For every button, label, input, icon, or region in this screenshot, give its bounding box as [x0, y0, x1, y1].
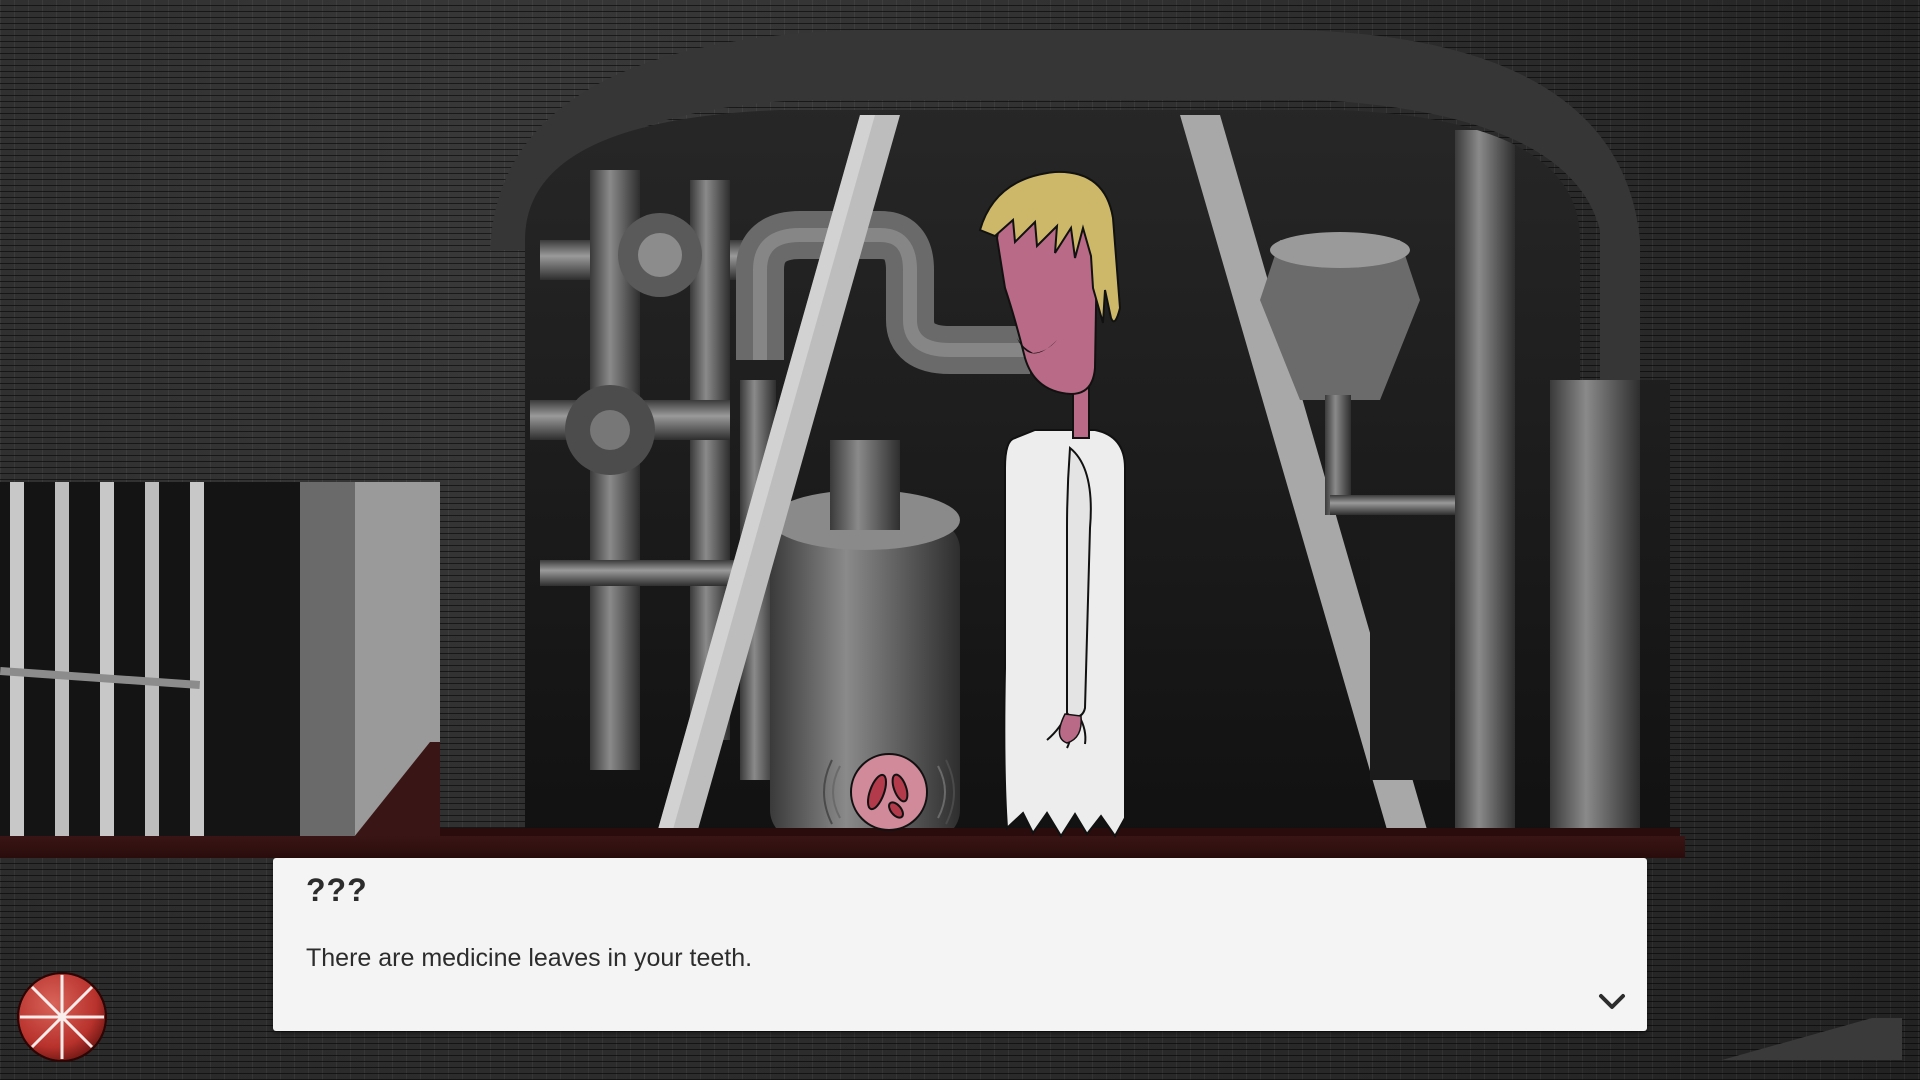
- game-scene: ??? There are medicine leaves in your te…: [0, 0, 1920, 1080]
- corner-decoration: [1722, 1018, 1902, 1060]
- speaker-name: ???: [306, 872, 368, 908]
- dialog-box[interactable]: ??? There are medicine leaves in your te…: [273, 858, 1647, 1031]
- character-sprite[interactable]: [975, 168, 1145, 840]
- dialog-text: There are medicine leaves in your teeth.: [306, 944, 753, 972]
- chevron-down-icon[interactable]: [1597, 991, 1627, 1013]
- pill-token-icon[interactable]: [822, 746, 956, 838]
- floor-ledge: [0, 836, 1685, 858]
- jail-cell: [0, 482, 440, 842]
- menu-orb-icon[interactable]: [16, 971, 108, 1063]
